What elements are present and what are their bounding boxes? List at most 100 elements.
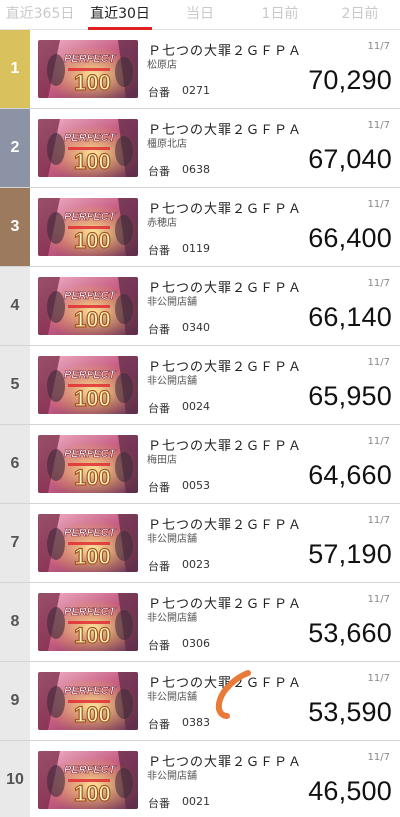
- record-date: 11/7: [367, 278, 390, 289]
- ranking-row[interactable]: 6 PERFECT 100 Ｐ七つの大罪２ＧＦＰＡ 梅田店 台番 0053 11…: [0, 425, 400, 504]
- tab-today[interactable]: 当日: [160, 0, 240, 29]
- svg-text:100: 100: [74, 702, 111, 727]
- ranking-row[interactable]: 5 PERFECT 100 Ｐ七つの大罪２ＧＦＰＡ 非公開店舗 台番 0024 …: [0, 346, 400, 425]
- record-value: 67,040: [308, 144, 392, 174]
- machine-thumbnail: PERFECT 100: [38, 514, 138, 572]
- record-value: 64,660: [308, 460, 392, 490]
- machine-number: 0271: [182, 84, 210, 97]
- svg-text:100: 100: [74, 70, 111, 95]
- machine-thumbnail: PERFECT 100: [38, 435, 138, 493]
- svg-text:PERFECT: PERFECT: [64, 764, 117, 776]
- machine-number-label: 台番: [148, 718, 170, 731]
- machine-number: 0024: [182, 400, 210, 413]
- record-date: 11/7: [367, 752, 390, 763]
- machine-number-label: 台番: [148, 244, 170, 257]
- machine-number: 0638: [182, 163, 210, 176]
- record-value: 53,660: [308, 618, 392, 648]
- svg-text:PERFECT: PERFECT: [64, 369, 117, 381]
- machine-number: 0306: [182, 637, 210, 650]
- tab-2-days-ago[interactable]: 2日前: [320, 0, 400, 29]
- machine-number-label: 台番: [148, 797, 170, 810]
- ranking-row[interactable]: 9 PERFECT 100 Ｐ七つの大罪２ＧＦＰＡ 非公開店舗 台番 0383 …: [0, 662, 400, 741]
- machine-number: 0340: [182, 321, 210, 334]
- rank-number: 7: [0, 504, 30, 582]
- store-name: 非公開店舗: [147, 534, 197, 545]
- record-date: 11/7: [367, 515, 390, 526]
- record-value: 53,590: [308, 697, 392, 727]
- svg-text:100: 100: [74, 465, 111, 490]
- store-name: 非公開店舗: [147, 771, 197, 782]
- ranking-row[interactable]: 3 PERFECT 100 Ｐ七つの大罪２ＧＦＰＡ 赤穂店 台番 0119 11…: [0, 188, 400, 267]
- store-name: 梅田店: [147, 455, 177, 466]
- rank-number: 1: [0, 30, 30, 108]
- store-name: 橿原北店: [147, 139, 187, 150]
- period-tabs: 直近365日 直近30日 当日 1日前 2日前: [0, 0, 400, 30]
- rank-number: 5: [0, 346, 30, 424]
- machine-number-label: 台番: [148, 402, 170, 415]
- ranking-row[interactable]: 4 PERFECT 100 Ｐ七つの大罪２ＧＦＰＡ 非公開店舗 台番 0340 …: [0, 267, 400, 346]
- svg-text:PERFECT: PERFECT: [64, 211, 117, 223]
- machine-thumbnail: PERFECT 100: [38, 40, 138, 98]
- record-value: 66,400: [308, 223, 392, 253]
- machine-number: 0383: [182, 716, 210, 729]
- machine-number: 0053: [182, 479, 210, 492]
- record-value: 46,500: [308, 776, 392, 806]
- record-date: 11/7: [367, 357, 390, 368]
- store-name: 非公開店舗: [147, 376, 197, 387]
- ranking-row[interactable]: 2 PERFECT 100 Ｐ七つの大罪２ＧＦＰＡ 橿原北店 台番 0638 1…: [0, 109, 400, 188]
- svg-text:100: 100: [74, 307, 111, 332]
- tab-1-day-ago[interactable]: 1日前: [240, 0, 320, 29]
- machine-number-label: 台番: [148, 481, 170, 494]
- machine-thumbnail: PERFECT 100: [38, 751, 138, 809]
- store-name: 非公開店舗: [147, 297, 197, 308]
- machine-number-label: 台番: [148, 86, 170, 99]
- rank-number: 4: [0, 267, 30, 345]
- record-date: 11/7: [367, 673, 390, 684]
- tab-365-days[interactable]: 直近365日: [0, 0, 80, 29]
- svg-text:PERFECT: PERFECT: [64, 527, 117, 539]
- svg-text:PERFECT: PERFECT: [64, 448, 117, 460]
- store-name: 松原店: [147, 60, 177, 71]
- svg-text:PERFECT: PERFECT: [64, 685, 117, 697]
- svg-text:100: 100: [74, 623, 111, 648]
- rank-number: 8: [0, 583, 30, 661]
- tab-30-days[interactable]: 直近30日: [80, 0, 160, 30]
- machine-thumbnail: PERFECT 100: [38, 672, 138, 730]
- machine-thumbnail: PERFECT 100: [38, 198, 138, 256]
- rank-number: 2: [0, 109, 30, 187]
- machine-number-label: 台番: [148, 323, 170, 336]
- svg-text:PERFECT: PERFECT: [64, 132, 117, 144]
- store-name: 非公開店舗: [147, 613, 197, 624]
- record-date: 11/7: [367, 120, 390, 131]
- record-value: 70,290: [308, 65, 392, 95]
- store-name: 非公開店舗: [147, 692, 197, 703]
- svg-text:100: 100: [74, 386, 111, 411]
- machine-number-label: 台番: [148, 639, 170, 652]
- ranking-row[interactable]: 8 PERFECT 100 Ｐ七つの大罪２ＧＦＰＡ 非公開店舗 台番 0306 …: [0, 583, 400, 662]
- rank-number: 3: [0, 188, 30, 266]
- svg-text:100: 100: [74, 781, 111, 806]
- record-date: 11/7: [367, 41, 390, 52]
- record-date: 11/7: [367, 594, 390, 605]
- rank-number: 9: [0, 662, 30, 740]
- ranking-row[interactable]: 1 PERFECT 100 Ｐ七つの大罪２ＧＦＰＡ 松原店 台番 0271 11…: [0, 30, 400, 109]
- machine-thumbnail: PERFECT 100: [38, 356, 138, 414]
- ranking-list: 1 PERFECT 100 Ｐ七つの大罪２ＧＦＰＡ 松原店 台番 0271 11…: [0, 30, 400, 817]
- record-value: 57,190: [308, 539, 392, 569]
- svg-text:PERFECT: PERFECT: [64, 606, 117, 618]
- store-name: 赤穂店: [147, 218, 177, 229]
- rank-number: 6: [0, 425, 30, 503]
- machine-thumbnail: PERFECT 100: [38, 277, 138, 335]
- machine-number: 0119: [182, 242, 210, 255]
- ranking-row[interactable]: 10 PERFECT 100 Ｐ七つの大罪２ＧＦＰＡ 非公開店舗 台番 0021…: [0, 741, 400, 817]
- machine-number: 0023: [182, 558, 210, 571]
- machine-number-label: 台番: [148, 560, 170, 573]
- record-date: 11/7: [367, 436, 390, 447]
- record-value: 66,140: [308, 302, 392, 332]
- machine-number-label: 台番: [148, 165, 170, 178]
- rank-number: 10: [0, 741, 30, 817]
- record-value: 65,950: [308, 381, 392, 411]
- machine-thumbnail: PERFECT 100: [38, 593, 138, 651]
- ranking-row[interactable]: 7 PERFECT 100 Ｐ七つの大罪２ＧＦＰＡ 非公開店舗 台番 0023 …: [0, 504, 400, 583]
- machine-number: 0021: [182, 795, 210, 808]
